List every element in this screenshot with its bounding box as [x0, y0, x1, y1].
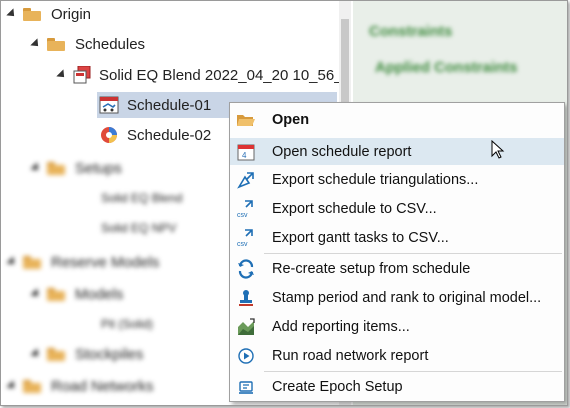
tree-item-label: Origin: [51, 5, 92, 23]
play-icon: [236, 346, 256, 366]
expand-arrow-icon[interactable]: [6, 8, 18, 20]
menu-item-label: Export gantt tasks to CSV...: [272, 229, 449, 246]
schedule-icon: [99, 125, 119, 145]
tree-item-label: Solid EQ NPV: [101, 221, 177, 235]
menu-separator: [264, 371, 562, 372]
menu-item-label: Export schedule triangulations...: [272, 171, 479, 188]
menu-item-run-road-report[interactable]: Run road network report: [230, 342, 564, 369]
menu-item-label: Export schedule to CSV...: [272, 200, 437, 217]
stamp-icon: [236, 288, 256, 308]
mouse-cursor-icon: [491, 139, 505, 165]
tree-item-schedule-02[interactable]: Schedule-02: [99, 122, 211, 148]
svg-text:4: 4: [242, 151, 247, 160]
menu-item-label: Re-create setup from schedule: [272, 260, 471, 277]
tree-item[interactable]: Stockpiles: [30, 341, 144, 367]
menu-item-label: Stamp period and rank to original model.…: [272, 289, 542, 306]
refresh-icon: [236, 258, 256, 279]
tree-item[interactable]: Solid EQ NPV: [75, 215, 176, 241]
menu-item-stamp-period[interactable]: Stamp period and rank to original model.…: [230, 284, 564, 311]
tree-item-schedule-01[interactable]: Schedule-01: [99, 92, 211, 118]
reporting-items-icon: [236, 317, 256, 337]
svg-text:csv: csv: [237, 241, 248, 247]
menu-item-add-reporting-items[interactable]: Add reporting items...: [230, 313, 564, 340]
menu-item-label: Open schedule report: [272, 143, 412, 160]
menu-item-open[interactable]: Open: [230, 106, 564, 133]
right-pane-item: Applied Constraints: [375, 59, 518, 76]
menu-item-create-epoch-setup[interactable]: Create Epoch Setup: [230, 373, 564, 400]
tree-item-label: Models: [75, 285, 124, 303]
tree-item-origin[interactable]: Origin: [6, 1, 92, 27]
tree-item[interactable]: Solid EQ Blend: [75, 185, 182, 211]
expand-arrow-icon[interactable]: [30, 38, 42, 50]
app-window: Constraints Applied Constraints Origin S…: [0, 0, 568, 406]
menu-item-label: Create Epoch Setup: [272, 378, 403, 395]
menu-item-export-gantt-csv[interactable]: csv Export gantt tasks to CSV...: [230, 224, 564, 251]
svg-text:csv: csv: [237, 212, 248, 218]
export-csv-icon: csv: [236, 228, 256, 248]
tree-item[interactable]: Reserve Models: [6, 249, 160, 275]
menu-item-export-schedule-csv[interactable]: csv Export schedule to CSV...: [230, 195, 564, 222]
tree-item[interactable]: Pit (Solid): [75, 311, 153, 337]
menu-item-label: Add reporting items...: [272, 318, 410, 335]
menu-item-label: Open: [272, 111, 310, 128]
export-csv-icon: csv: [236, 199, 256, 219]
tree-item-label: Reserve Models: [51, 253, 160, 271]
export-triangulation-icon: [236, 170, 256, 190]
tree-item-label: Setups: [75, 159, 122, 177]
context-menu: Open 4 Open schedule report Export sched…: [229, 102, 565, 402]
menu-item-recreate-setup[interactable]: Re-create setup from schedule: [230, 255, 564, 282]
tree-item[interactable]: Models: [30, 281, 124, 307]
tree-item-label: Solid EQ Blend: [101, 191, 183, 205]
tree-item-label: Schedule-01: [127, 96, 212, 114]
folder-icon: [23, 7, 41, 21]
tree-item[interactable]: Road Networks: [6, 373, 154, 399]
tree-item[interactable]: Setups: [30, 155, 122, 181]
tree-item-blend[interactable]: Solid EQ Blend 2022_04_20 10_56_5: [56, 62, 351, 88]
tree-item-label: Solid EQ Blend 2022_04_20 10_56_5: [99, 66, 351, 84]
menu-item-export-triangulations[interactable]: Export schedule triangulations...: [230, 166, 564, 193]
tree-item-schedules[interactable]: Schedules: [30, 31, 146, 57]
calendar-report-icon: 4: [236, 142, 256, 162]
menu-item-open-schedule-report[interactable]: 4 Open schedule report: [230, 138, 564, 165]
schedule-set-icon: [73, 65, 91, 84]
menu-item-label: Run road network report: [272, 347, 429, 364]
tree-item-label: Road Networks: [51, 377, 154, 395]
tree-item-label: Schedules: [75, 35, 146, 53]
schedule-icon: [99, 96, 119, 114]
right-pane-item: Constraints: [369, 23, 453, 40]
folder-open-icon: [236, 110, 256, 130]
tree-item-label: Pit (Solid): [101, 317, 154, 331]
menu-separator: [264, 253, 562, 254]
epoch-setup-icon: [236, 377, 256, 397]
folder-icon: [47, 37, 65, 51]
tree-item-label: Stockpiles: [75, 345, 144, 363]
tree-item-label: Schedule-02: [127, 126, 212, 144]
expand-arrow-icon[interactable]: [56, 69, 68, 81]
